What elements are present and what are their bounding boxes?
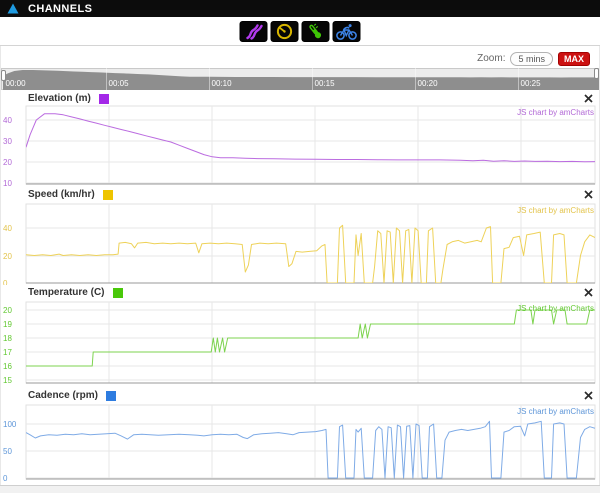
zoom-max-button[interactable]: MAX	[558, 51, 590, 66]
chart-title: Elevation (m)	[28, 93, 91, 104]
panel-header[interactable]: CHANNELS	[0, 0, 600, 17]
channel-toolbar	[0, 17, 600, 46]
channel-color-swatch	[112, 287, 123, 298]
svg-text:20: 20	[3, 252, 12, 261]
chart-title: Speed (km/hr)	[28, 189, 95, 200]
close-icon[interactable]	[582, 188, 594, 200]
chart-title: Cadence (rpm)	[28, 390, 99, 401]
elevation-chart[interactable]: 40 30 20 10	[0, 91, 600, 187]
channel-color-swatch	[102, 189, 113, 200]
timeline-scrubber[interactable]: 00:00 00:05 00:10 00:15 00:20 00:25	[1, 68, 599, 90]
speed-channel-button[interactable]	[270, 21, 299, 42]
svg-text:19: 19	[3, 320, 12, 329]
zoom-preset-button[interactable]: 5 mins	[510, 51, 553, 66]
panel-title: CHANNELS	[28, 2, 93, 15]
temperature-channel-button[interactable]	[301, 21, 330, 42]
channel-color-swatch	[98, 93, 109, 104]
svg-text:18: 18	[3, 334, 12, 343]
speed-chart-panel: 40 20 0 Speed (km/hr) JS chart by amCharts	[0, 187, 600, 285]
svg-text:10: 10	[3, 179, 12, 187]
close-icon[interactable]	[582, 286, 594, 298]
channel-color-swatch	[106, 390, 117, 401]
zoom-controls: Zoom: 5 mins MAX	[477, 51, 590, 66]
elevation-overview-area[interactable]	[1, 68, 599, 90]
svg-text:100: 100	[3, 420, 17, 429]
chart-title-row: Temperature (C)	[28, 287, 123, 298]
svg-text:16: 16	[3, 362, 12, 371]
chart-title-row: Elevation (m)	[28, 93, 109, 104]
close-icon[interactable]	[582, 92, 594, 104]
channels-panel: CHANNELS Zoom: 5 mins MAX 00:00 00:05 00…	[0, 0, 600, 493]
left-border	[0, 46, 1, 486]
chart-title-row: Cadence (rpm)	[28, 390, 117, 401]
temperature-chart-panel: 20 19 18 17 16 15 Temperature (C) JS chart by…	[0, 285, 600, 388]
speed-chart[interactable]: 40200	[0, 187, 600, 285]
thermometer-icon	[309, 23, 322, 39]
svg-text:40: 40	[3, 224, 12, 233]
zoom-label: Zoom:	[477, 53, 506, 64]
svg-text:0: 0	[3, 474, 8, 483]
cadence-chart[interactable]: 100 50 0	[0, 388, 600, 485]
cyclist-icon	[336, 24, 357, 40]
scrubber-left-handle[interactable]	[1, 70, 6, 81]
svg-text:40: 40	[3, 116, 12, 125]
chart-title-row: Speed (km/hr)	[28, 189, 113, 200]
svg-text:17: 17	[3, 348, 12, 357]
temperature-chart[interactable]: 20 19 18 17 16 15	[0, 285, 600, 388]
elevation-chart-panel: 40 30 20 10 Elevation (m) JS chart by amCha…	[0, 91, 600, 187]
svg-text:20: 20	[3, 306, 12, 315]
speedometer-icon	[276, 23, 293, 40]
svg-text:30: 30	[3, 137, 12, 146]
svg-text:20: 20	[3, 158, 12, 167]
svg-text:50: 50	[3, 447, 12, 456]
amcharts-credit-link[interactable]: JS chart by amCharts	[517, 304, 594, 313]
waves-icon	[246, 24, 263, 40]
amcharts-credit-link[interactable]: JS chart by amCharts	[517, 206, 594, 215]
svg-text:15: 15	[3, 376, 12, 385]
amcharts-credit-link[interactable]: JS chart by amCharts	[517, 108, 594, 117]
cadence-chart-panel: 100 50 0 Cadence (rpm) JS chart by amChart…	[0, 388, 600, 485]
chart-title: Temperature (C)	[28, 287, 105, 298]
cadence-channel-button[interactable]	[332, 21, 361, 42]
amcharts-credit-link[interactable]: JS chart by amCharts	[517, 407, 594, 416]
collapse-triangle-icon[interactable]	[7, 3, 19, 14]
bottom-strip	[0, 485, 600, 493]
elevation-channel-button[interactable]	[239, 21, 268, 42]
close-icon[interactable]	[582, 389, 594, 401]
